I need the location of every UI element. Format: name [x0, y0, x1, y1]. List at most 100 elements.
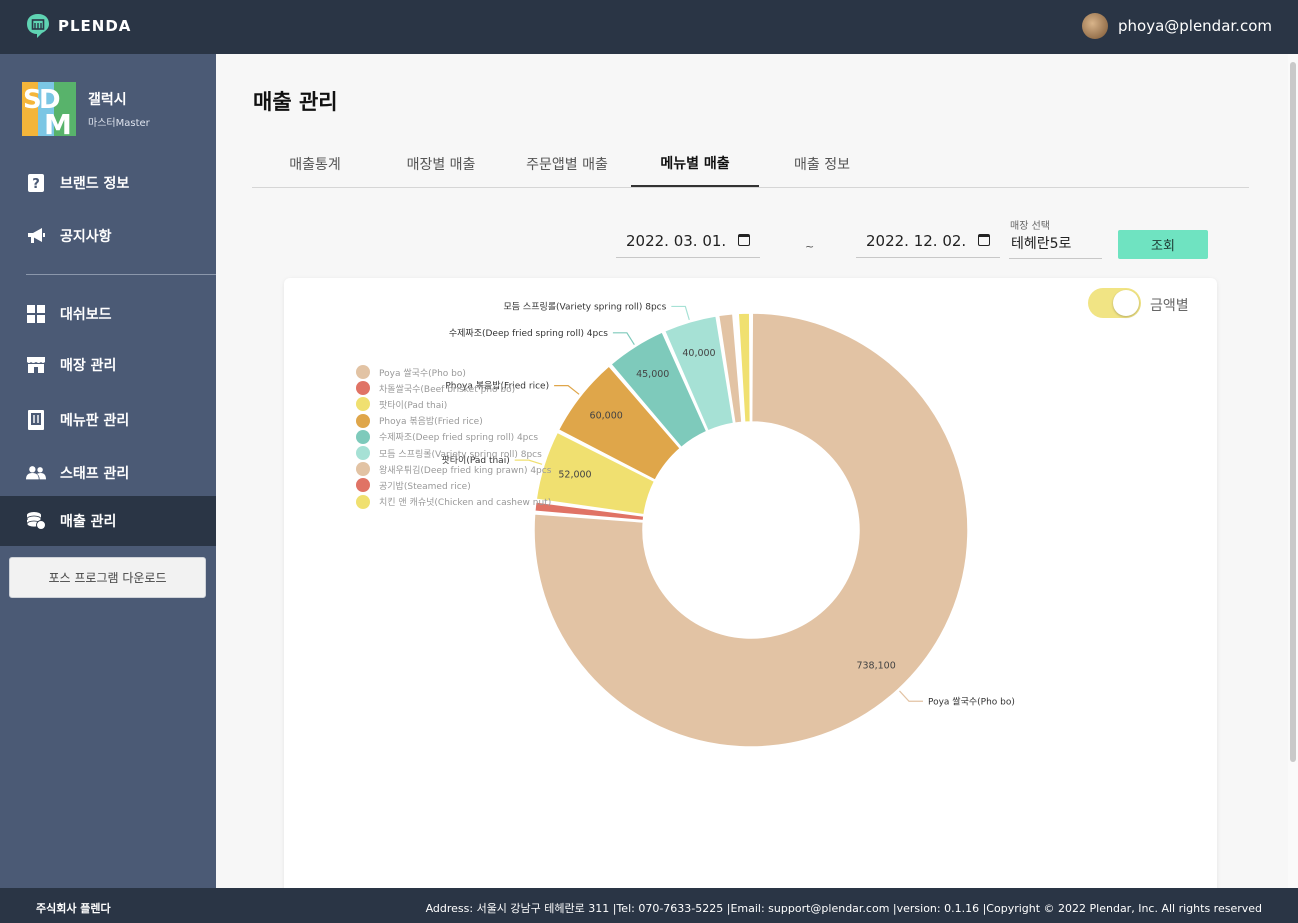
legend-label: 공기밥(Steamed rice) [379, 481, 471, 492]
svg-text:?: ? [32, 177, 40, 192]
slice-value-label: 52,000 [558, 470, 591, 481]
legend-swatch [356, 365, 370, 380]
calendar-icon[interactable] [978, 234, 990, 246]
start-date-value: 2022. 03. 01. [626, 231, 727, 250]
question-icon: ? [26, 173, 46, 193]
pos-download-button[interactable]: 포스 프로그램 다운로드 [9, 557, 206, 598]
callout-line [554, 385, 580, 395]
brand-logo: S D M [22, 82, 76, 136]
app-logo[interactable]: PLENDA [26, 13, 131, 39]
footer-info: Address: 서울시 강남구 테헤란로 311 |Tel: 070-7633… [425, 902, 1262, 915]
top-bar: PLENDA phoya@plendar.com [0, 0, 1298, 54]
sidebar-item-label: 브랜드 정보 [60, 176, 130, 192]
end-date-value: 2022. 12. 02. [866, 231, 967, 250]
main-scrollbar[interactable] [1288, 54, 1298, 888]
brand-card: S D M 갤럭시 마스터Master [22, 82, 150, 136]
legend-item[interactable]: Poya 쌀국수(Pho bo) [356, 364, 551, 380]
legend-label: Poya 쌀국수(Pho bo) [379, 368, 466, 379]
sidebar-item-stores[interactable]: 매장 관리 [0, 340, 216, 390]
chart-legend: Poya 쌀국수(Pho bo) 차돌쌀국수(Beef brisket pho b… [356, 364, 551, 510]
end-date-input[interactable]: 2022. 12. 02. [856, 224, 1000, 258]
start-date-input[interactable]: 2022. 03. 01. [616, 224, 760, 258]
callout-line [612, 332, 635, 345]
users-icon [26, 463, 46, 483]
footer-company: 주식회사 플렌다 [36, 902, 111, 915]
scrollbar-thumb[interactable] [1290, 62, 1296, 762]
legend-swatch [356, 413, 370, 428]
legend-label: 수제짜조(Deep fried spring roll) 4pcs [379, 433, 539, 444]
page-title: 매출 관리 [253, 90, 338, 114]
legend-item[interactable]: 치킨 앤 캐슈넛(Chicken and cashew nut) [356, 494, 551, 510]
legend-label: 팟타이(Pad thai) [379, 400, 448, 411]
sidebar-item-menu-board[interactable]: 메뉴판 관리 [0, 395, 216, 445]
callout-line [899, 690, 923, 702]
tab-sales-by-store[interactable]: 매장별 매출 [378, 140, 504, 187]
legend-item[interactable]: 모듬 스프링롤(Variety spring roll) 8pcs [356, 445, 551, 461]
search-button[interactable]: 조회 [1118, 230, 1208, 259]
chart-card: 금액별 738,100 52,000 60,000 45,000 40,000 Poya … [284, 278, 1217, 898]
legend-swatch [356, 494, 370, 509]
tab-bar: 매출통계 매장별 매출 주문앱별 매출 메뉴별 매출 매출 정보 [252, 140, 1249, 188]
sidebar-item-label: 매출 관리 [60, 514, 117, 530]
legend-item[interactable]: 차돌쌀국수(Beef brisket pho bo) [356, 380, 551, 396]
svg-text:M: M [44, 108, 72, 136]
brand-name-text: 갤럭시 [88, 92, 127, 108]
sidebar-item-label: 메뉴판 관리 [60, 413, 130, 429]
plenda-logo-icon [26, 13, 50, 39]
callout-line [671, 305, 690, 321]
callout-label: 수제짜조(Deep fried spring roll) 4pcs [449, 328, 608, 339]
sidebar-item-notices[interactable]: 공지사항 [0, 211, 216, 261]
callout-label: 모듬 스프링롤(Variety spring roll) 8pcs [504, 300, 667, 312]
sidebar-item-label: 대쉬보드 [60, 307, 112, 323]
legend-swatch [356, 478, 370, 493]
legend-swatch [356, 429, 370, 444]
legend-swatch [356, 446, 370, 461]
main-content: 매출 관리 매출통계 매장별 매출 주문앱별 매출 메뉴별 매출 매출 정보 2… [216, 54, 1288, 898]
slice-value-label: 40,000 [682, 348, 715, 359]
brand-name: PLENDA [58, 17, 132, 35]
slice-value-label: 45,000 [636, 369, 669, 380]
legend-item[interactable]: 왕새우튀김(Deep fried king prawn) 4pcs [356, 461, 551, 477]
sidebar-item-label: 스태프 관리 [60, 466, 130, 482]
legend-label: 왕새우튀김(Deep fried king prawn) 4pcs [379, 465, 552, 476]
coins-icon [26, 511, 46, 531]
menu-board-icon [26, 410, 46, 430]
legend-item[interactable]: Phoya 볶음밥(Fried rice) [356, 413, 551, 429]
legend-swatch [356, 397, 370, 412]
legend-label: 모듬 스프링롤(Variety spring roll) 8pcs [379, 449, 542, 460]
legend-label: 치킨 앤 캐슈넛(Chicken and cashew nut) [379, 498, 552, 509]
sidebar-item-brand-info[interactable]: ? 브랜드 정보 [0, 158, 216, 208]
user-email: phoya@plendar.com [1117, 17, 1272, 35]
tab-sales-info[interactable]: 매출 정보 [759, 140, 885, 187]
legend-label: 차돌쌀국수(Beef brisket pho bo) [379, 384, 516, 395]
legend-item[interactable]: 팟타이(Pad thai) [356, 396, 551, 412]
tab-sales-by-app[interactable]: 주문앱별 매출 [504, 140, 630, 187]
sidebar-item-staff[interactable]: 스태프 관리 [0, 448, 216, 498]
megaphone-icon [26, 226, 46, 246]
date-range-separator: ~ [805, 240, 815, 253]
avatar [1081, 13, 1108, 39]
brand-role-text: 마스터Master [88, 118, 150, 129]
sidebar-item-sales[interactable]: 매출 관리 [0, 496, 216, 546]
store-icon [26, 355, 46, 375]
callout-label: Poya 쌀국수(Pho bo) [928, 696, 1015, 707]
footer: 주식회사 플렌다 Address: 서울시 강남구 테헤란로 311 |Tel:… [0, 888, 1298, 923]
user-menu[interactable]: phoya@plendar.com [1081, 13, 1272, 39]
legend-label: Phoya 볶음밥(Fried rice) [379, 417, 483, 428]
slice-value-label: 60,000 [590, 411, 623, 422]
tab-sales-stats[interactable]: 매출통계 [252, 140, 378, 187]
tab-sales-by-menu[interactable]: 메뉴별 매출 [631, 140, 759, 187]
legend-item[interactable]: 수제짜조(Deep fried spring roll) 4pcs [356, 429, 551, 445]
sidebar-item-label: 매장 관리 [60, 358, 117, 374]
legend-swatch [356, 381, 370, 396]
sidebar-divider [26, 274, 216, 275]
grid-icon [26, 304, 46, 324]
slice-value-label: 738,100 [856, 661, 895, 672]
sidebar-item-dashboard[interactable]: 대쉬보드 [0, 289, 216, 339]
sidebar: S D M 갤럭시 마스터Master ? 브랜드 정보 공지사항 대쉬보드 매… [0, 54, 216, 888]
legend-item[interactable]: 공기밥(Steamed rice) [356, 477, 551, 493]
calendar-icon[interactable] [738, 234, 750, 246]
store-select[interactable]: 테헤란5로 [1009, 228, 1102, 259]
sidebar-item-label: 공지사항 [60, 229, 112, 245]
legend-swatch [356, 462, 370, 477]
